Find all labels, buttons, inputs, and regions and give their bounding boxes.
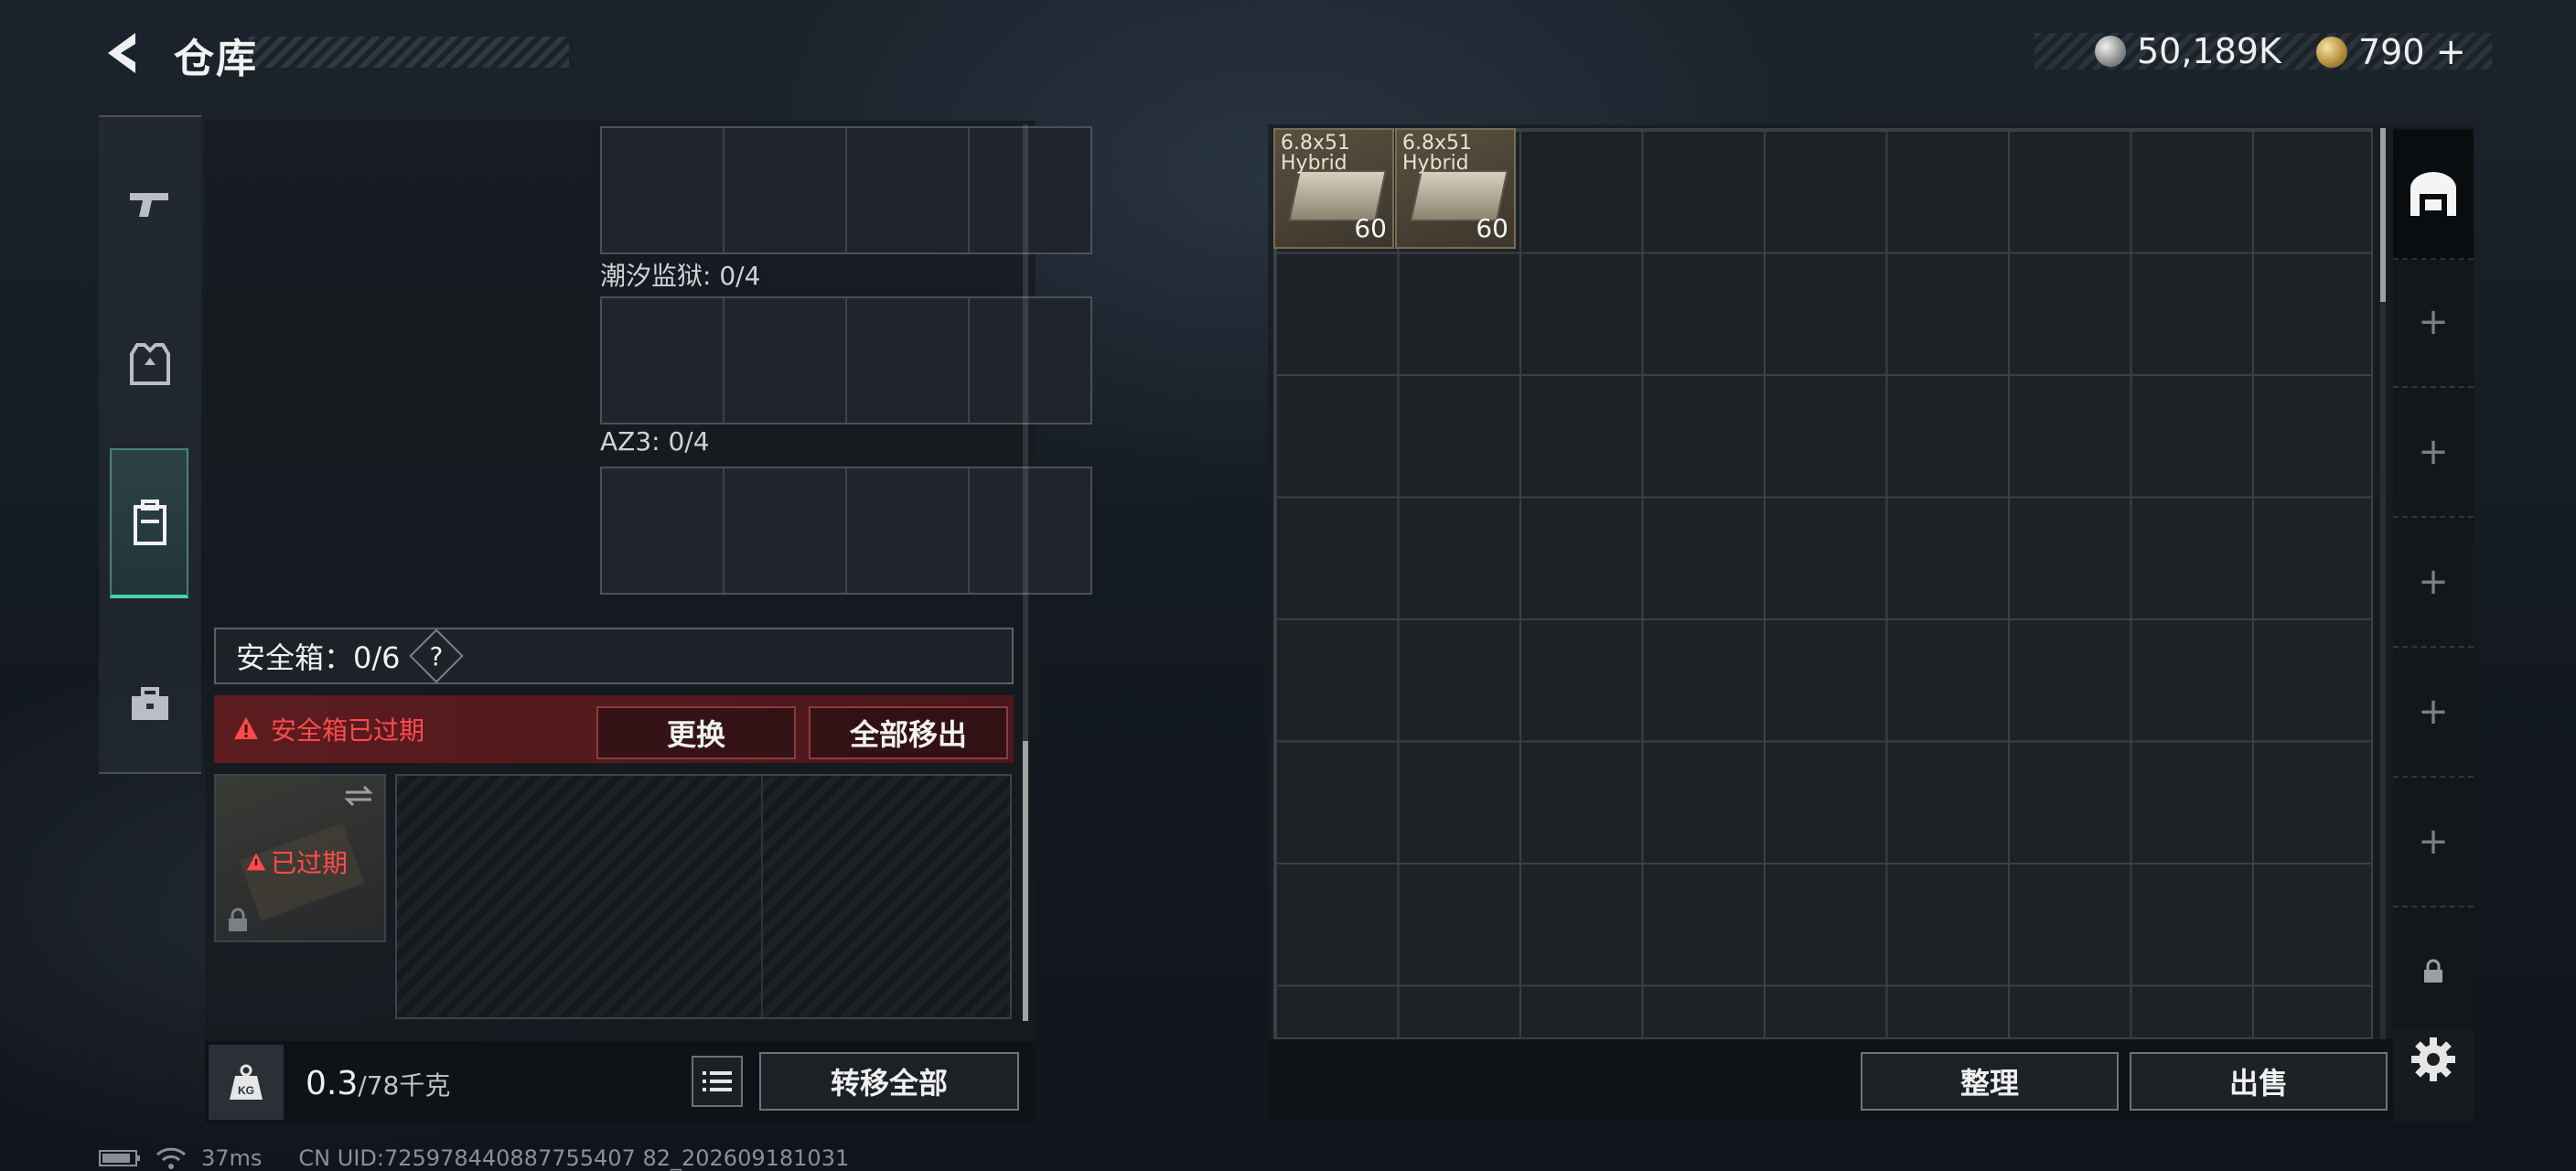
warning-icon <box>246 853 266 871</box>
back-arrow-icon <box>108 33 135 73</box>
safebox-expired-text: 安全箱已过期 <box>271 715 425 746</box>
lock-icon <box>2424 959 2442 983</box>
expired-badge-text: 已过期 <box>271 848 349 878</box>
transfer-all-button[interactable]: 转移全部 <box>759 1052 1019 1111</box>
gold-add-icon[interactable]: + <box>2436 31 2467 73</box>
stash-grid[interactable] <box>1273 128 2373 1039</box>
item-name: 6.8x51 Hybrid <box>1281 132 1351 175</box>
grid-slot[interactable] <box>847 128 970 252</box>
list-view-button[interactable] <box>692 1056 743 1107</box>
gold-coin-icon <box>2316 37 2347 68</box>
grid-slot[interactable] <box>602 128 724 252</box>
remove-all-button[interactable]: 全部移出 <box>809 706 1008 759</box>
grid-divider <box>761 776 763 1017</box>
stash-tab-add[interactable]: + <box>2393 648 2474 778</box>
grid-slot[interactable] <box>970 128 1090 252</box>
ping-value: 37ms <box>201 1145 263 1171</box>
back-button[interactable] <box>99 27 146 79</box>
slot-label-tidal-prison: 潮汐监狱: 0/4 <box>600 261 761 291</box>
uid-text: CN UID:725978440887755407 82_20260918103… <box>298 1145 850 1171</box>
stash-tab-add[interactable]: + <box>2393 518 2474 648</box>
toolbox-icon <box>132 687 168 720</box>
grid-slot[interactable] <box>602 298 724 423</box>
weight-icon-label: KG <box>238 1084 254 1097</box>
silver-coin-icon <box>2095 36 2126 67</box>
replace-button[interactable]: 更换 <box>596 706 796 759</box>
container-slots-top <box>600 126 1092 254</box>
help-button[interactable]: ? <box>408 628 464 683</box>
grid-slot[interactable] <box>724 298 847 423</box>
rail-item-backpack[interactable] <box>110 448 188 598</box>
weight-max: /78千克 <box>358 1070 451 1101</box>
lock-icon <box>229 908 247 931</box>
sell-button[interactable]: 出售 <box>2130 1052 2388 1111</box>
stash-scrollbar-thumb[interactable] <box>2380 128 2386 302</box>
stash-tab-add[interactable]: + <box>2393 778 2474 908</box>
container-slots-tidal-prison <box>600 296 1092 424</box>
weight-readout: 0.3/78千克 <box>306 1065 450 1102</box>
rail-item-weapons[interactable] <box>99 154 201 254</box>
grid-slot[interactable] <box>847 468 970 593</box>
safebox-expired-bar: 安全箱已过期 更换 全部移出 <box>214 695 1014 763</box>
grid-slot[interactable] <box>970 298 1090 423</box>
item-name: 6.8x51 Hybrid <box>1402 132 1473 175</box>
grid-slot[interactable] <box>724 468 847 593</box>
grid-slot[interactable] <box>602 468 724 593</box>
slot-label-az3: AZ3: 0/4 <box>600 426 710 457</box>
safebox-capacity: 安全箱：0/6 <box>236 640 401 675</box>
item-count: 60 <box>1354 213 1387 243</box>
silver-amount: 50,189K <box>2137 31 2281 71</box>
gold-amount: 790 <box>2358 32 2425 72</box>
stash-item-ammo[interactable]: 6.8x51 Hybrid 60 <box>1395 128 1516 249</box>
safebox-header: 安全箱：0/6 ? <box>214 628 1014 684</box>
battery-icon <box>99 1150 140 1166</box>
weight-kg-icon: KG <box>230 1064 263 1100</box>
wifi-icon <box>156 1147 187 1169</box>
list-icon <box>703 1071 732 1091</box>
safebox-item-thumbnail[interactable]: 已过期 <box>214 774 386 942</box>
stash-item-ammo[interactable]: 6.8x51 Hybrid 60 <box>1273 128 1394 249</box>
container-slots-az3 <box>600 467 1092 595</box>
warning-icon <box>234 717 258 739</box>
rail-item-armor[interactable] <box>99 315 201 415</box>
stash-tab-add[interactable]: + <box>2393 388 2474 518</box>
armor-vest-icon <box>130 343 170 385</box>
title-decoration <box>249 37 569 68</box>
sort-button[interactable]: 整理 <box>1861 1052 2119 1111</box>
currency-gold[interactable]: 790 + <box>2316 31 2466 73</box>
grid-slot[interactable] <box>724 128 847 252</box>
settings-button[interactable] <box>2410 1036 2457 1087</box>
swap-icon[interactable] <box>342 783 375 809</box>
page-title: 仓库 <box>174 36 258 82</box>
grid-slot[interactable] <box>847 298 970 423</box>
gear-icon <box>2411 1037 2455 1081</box>
stash-tab-main[interactable] <box>2393 130 2474 260</box>
weight-icon-box: KG <box>209 1045 284 1120</box>
category-rail <box>99 115 201 774</box>
stash-lock[interactable] <box>2422 959 2444 988</box>
item-count: 60 <box>1476 213 1508 243</box>
stash-tab-add[interactable]: + <box>2393 258 2474 388</box>
help-icon: ? <box>429 640 443 671</box>
pistol-icon <box>130 193 168 217</box>
rail-item-tools[interactable] <box>99 653 201 754</box>
left-scrollbar-thumb[interactable] <box>1023 741 1028 1021</box>
weight-current: 0.3 <box>306 1065 359 1102</box>
currency-silver[interactable]: 50,189K <box>2095 31 2281 71</box>
grid-slot[interactable] <box>970 468 1090 593</box>
warehouse-icon <box>2410 172 2456 216</box>
backpack-icon <box>134 500 166 545</box>
safebox-grid[interactable] <box>395 774 1012 1019</box>
status-bar: 37ms CN UID:725978440887755407 82_202609… <box>99 1145 849 1171</box>
expired-badge: 已过期 <box>245 843 348 880</box>
